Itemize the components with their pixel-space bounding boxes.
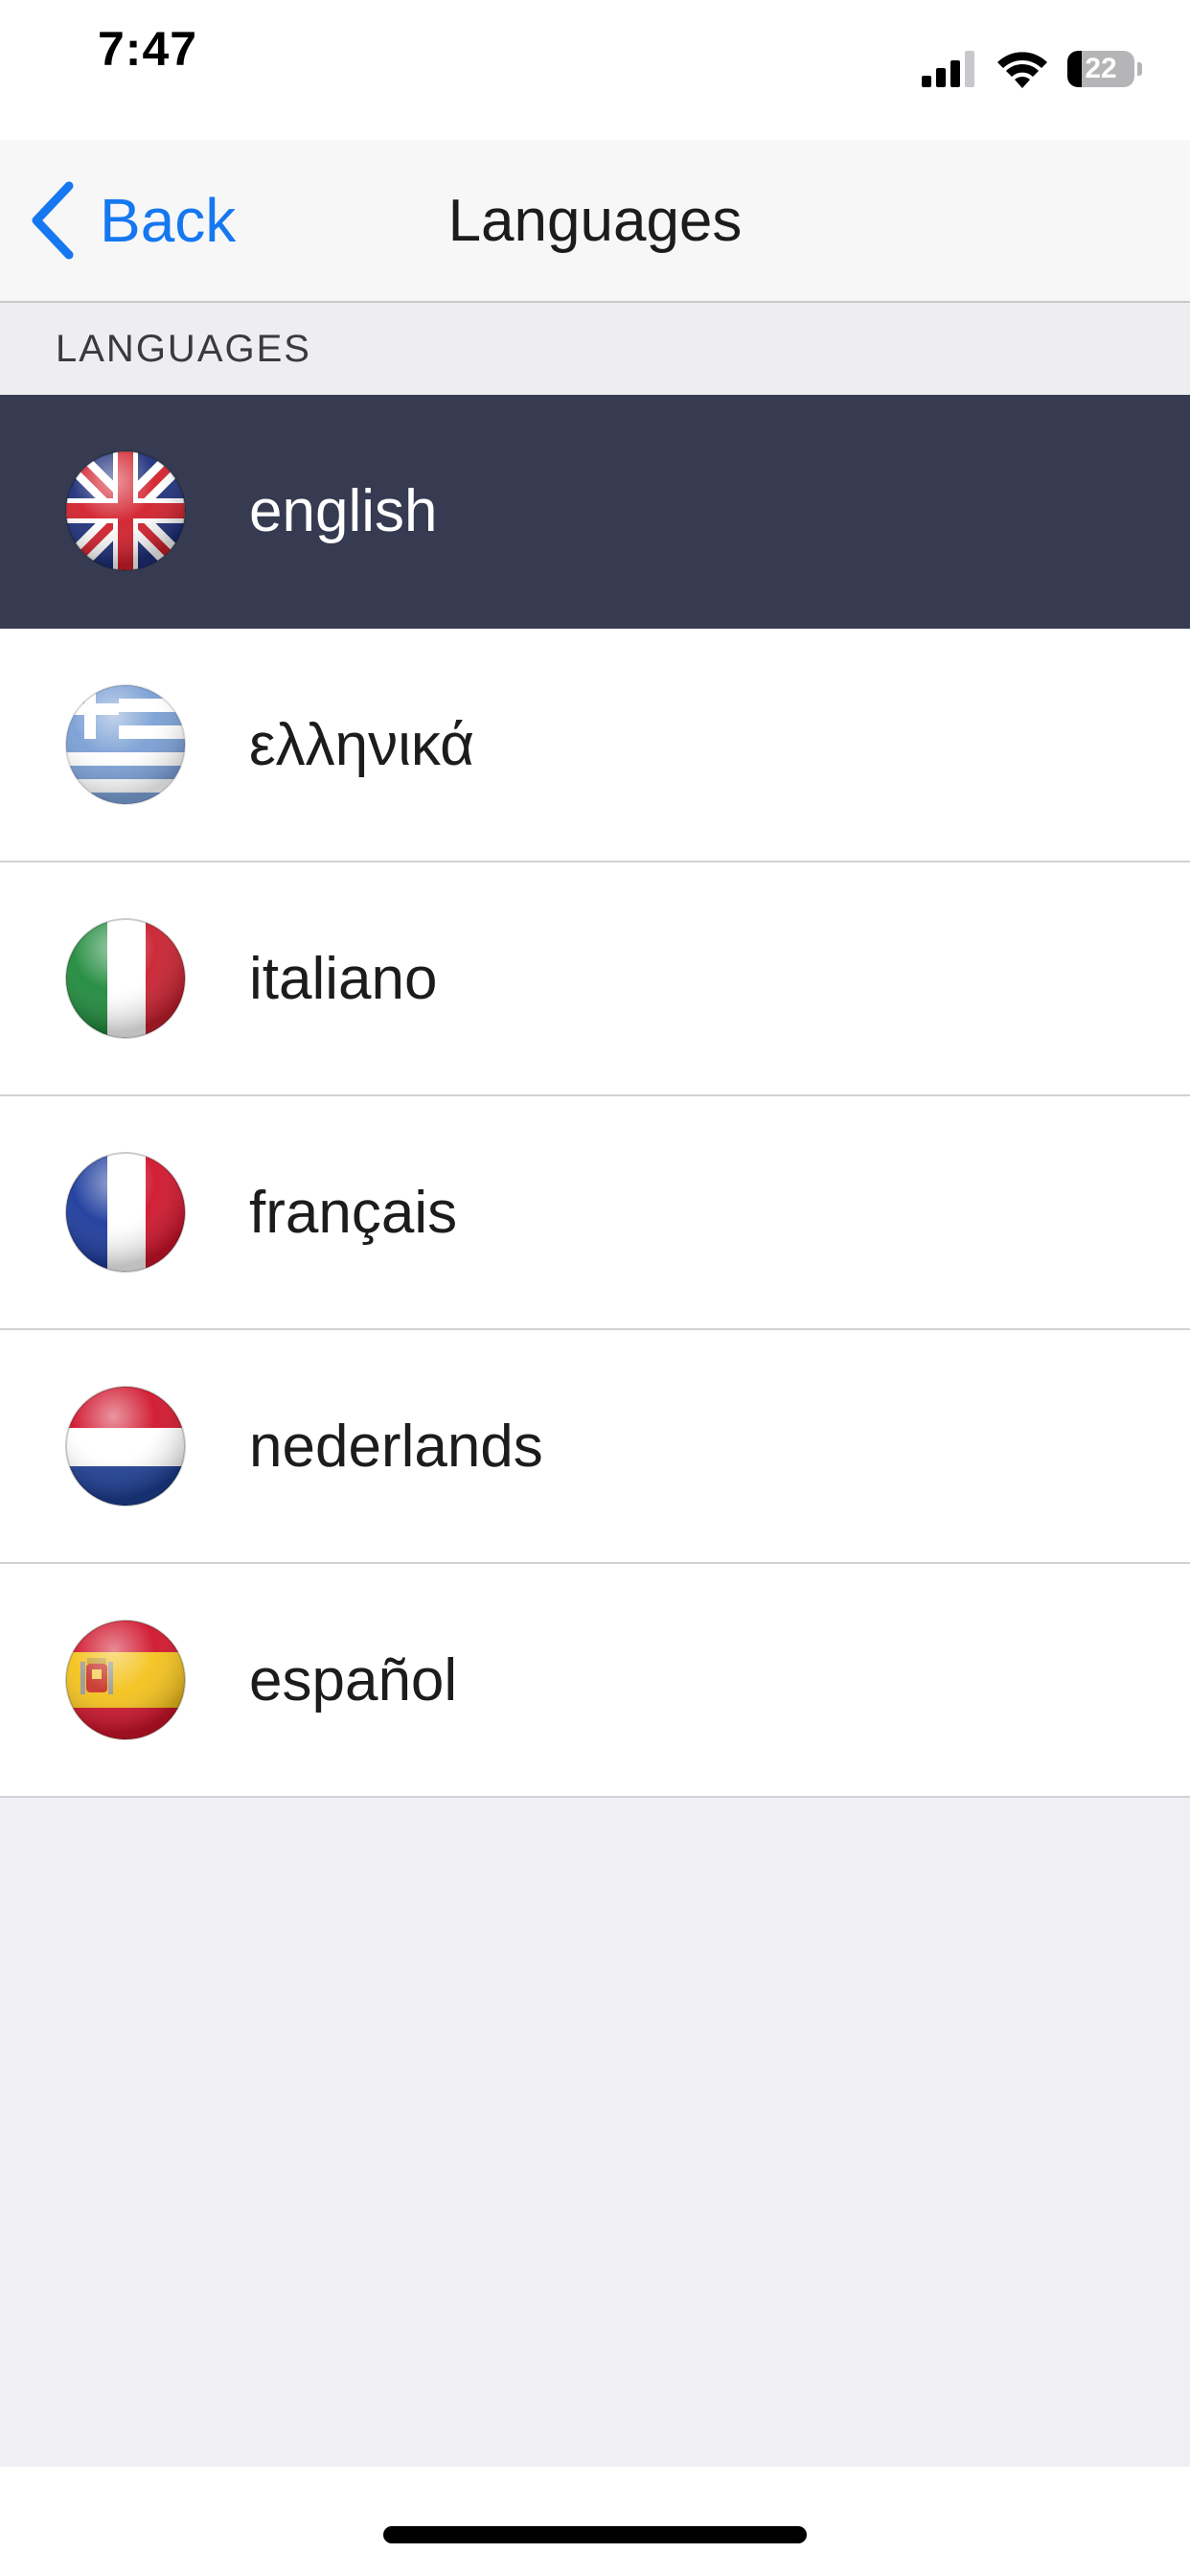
language-label: english xyxy=(249,477,438,544)
signal-icon xyxy=(922,51,974,87)
language-row-french[interactable]: français xyxy=(0,1096,1190,1330)
home-indicator[interactable] xyxy=(383,2526,807,2543)
language-label: español xyxy=(249,1646,458,1714)
language-label: français xyxy=(249,1179,458,1246)
language-label: ελληνικά xyxy=(249,711,474,778)
france-flag-icon xyxy=(61,1148,190,1276)
home-area xyxy=(0,2467,1190,2576)
battery-body: 22 xyxy=(1067,51,1134,87)
battery-percent: 22 xyxy=(1085,53,1117,84)
language-row-dutch[interactable]: nederlands xyxy=(0,1330,1190,1564)
greece-flag-icon xyxy=(61,680,190,809)
page-title: Languages xyxy=(447,187,743,254)
uk-flag-icon xyxy=(61,447,190,575)
wifi-icon xyxy=(997,52,1047,88)
language-list: english ελληνικά italiano français neder… xyxy=(0,395,1190,1798)
language-label: nederlands xyxy=(249,1413,543,1480)
status-time: 7:47 xyxy=(98,22,198,76)
netherlands-flag-icon xyxy=(61,1382,190,1510)
spain-flag-icon xyxy=(61,1616,190,1744)
language-row-italian[interactable]: italiano xyxy=(0,862,1190,1096)
language-row-spanish[interactable]: español xyxy=(0,1564,1190,1798)
language-row-english[interactable]: english xyxy=(0,395,1190,629)
italy-flag-icon xyxy=(61,914,190,1043)
battery-cap xyxy=(1137,62,1142,76)
navigation-bar: Back Languages xyxy=(0,140,1190,303)
language-row-greek[interactable]: ελληνικά xyxy=(0,629,1190,862)
status-bar: 7:47 22 xyxy=(0,0,1190,140)
battery-icon: 22 xyxy=(1067,50,1142,88)
screen: 7:47 22 Back Languages LANGUAGES english… xyxy=(0,0,1190,2576)
status-icons: 22 xyxy=(922,50,1142,88)
section-header: LANGUAGES xyxy=(0,303,1190,395)
language-label: italiano xyxy=(249,945,438,1012)
